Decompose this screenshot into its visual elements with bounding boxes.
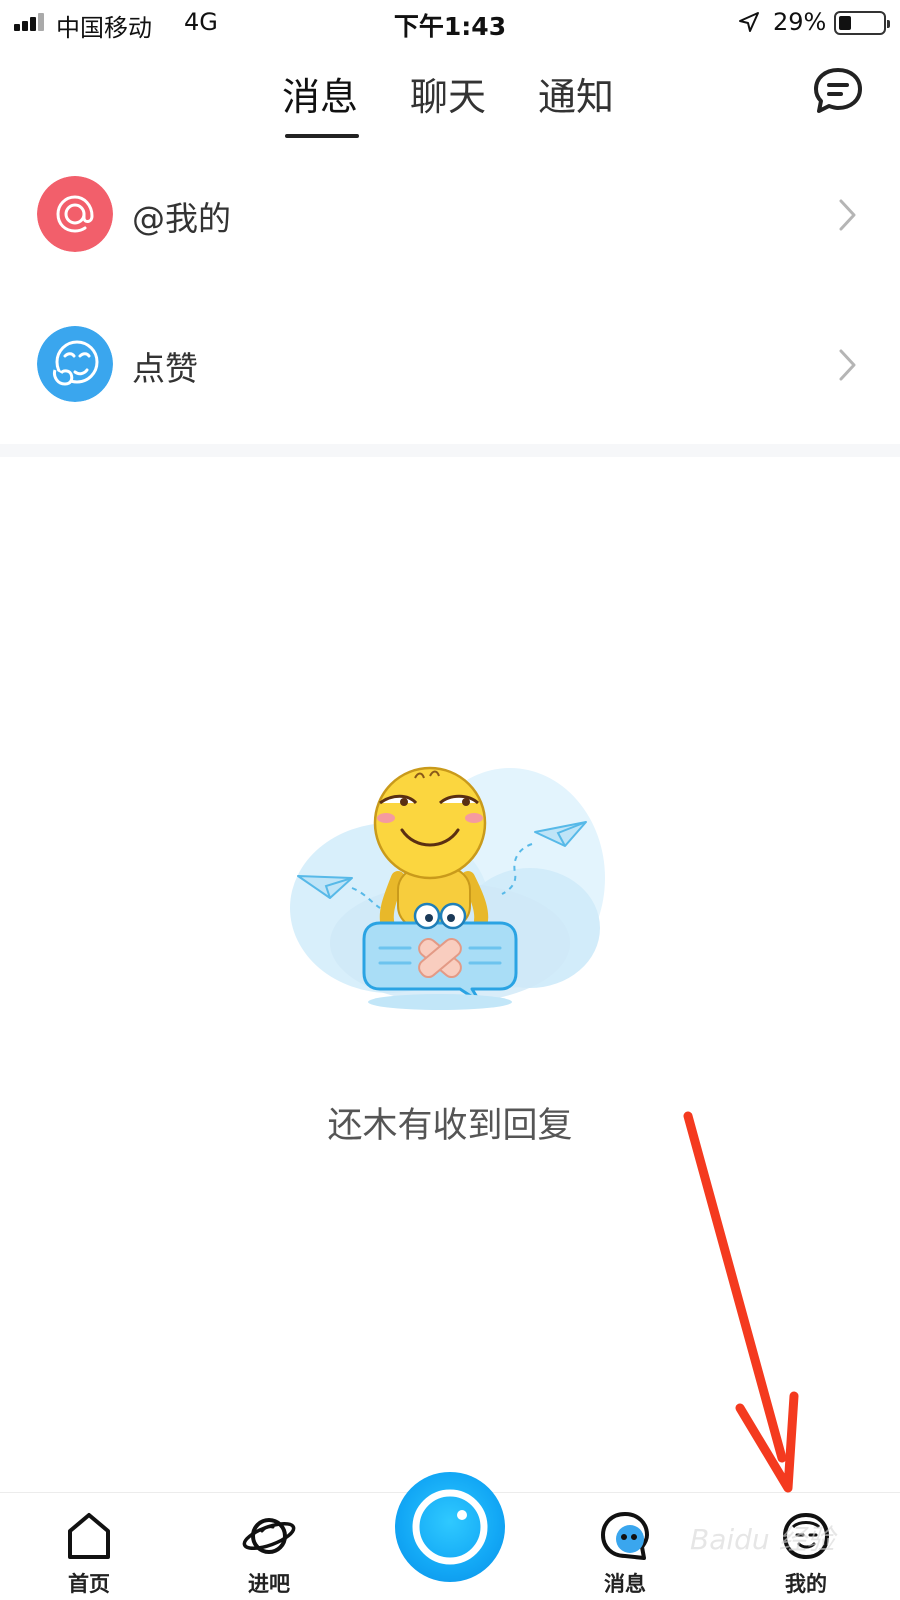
clock: 下午1:43 <box>393 12 507 41</box>
tab-messages[interactable]: 消息 <box>282 66 358 121</box>
tabbar-label: 消息 <box>604 1572 646 1596</box>
list-item-label: @我的 <box>132 199 231 238</box>
list-item-likes[interactable]: 点赞 <box>0 300 900 430</box>
home-icon <box>68 1513 110 1559</box>
chevron-right-icon <box>839 349 856 381</box>
message-bubble-icon <box>601 1512 649 1560</box>
list-item-mentions[interactable]: @我的 <box>0 150 900 280</box>
tab-notifications[interactable]: 通知 <box>538 66 614 121</box>
tabbar-label: 进吧 <box>248 1572 290 1596</box>
section-divider <box>0 444 900 457</box>
at-icon <box>37 176 113 252</box>
list-item-label: 点赞 <box>132 349 198 388</box>
top-tab-bar: 消息 聊天 通知 <box>0 60 900 140</box>
tabbar-item-messages[interactable]: 消息 <box>570 1493 680 1600</box>
planet-icon <box>242 1518 296 1554</box>
camera-button[interactable] <box>395 1472 505 1582</box>
empty-state-illustration <box>290 766 605 1010</box>
like-face-icon <box>37 326 113 402</box>
chat-bubble-icon[interactable] <box>812 66 864 116</box>
tabbar-label: 首页 <box>68 1572 110 1596</box>
chevron-right-icon <box>839 199 856 231</box>
tabbar-label: 我的 <box>785 1572 827 1596</box>
annotation-arrow <box>683 1111 799 1493</box>
status-bar: 中国移动 4G 下午1:43 29% <box>0 0 900 46</box>
tabbar-item-forums[interactable]: 进吧 <box>214 1493 324 1600</box>
watermark: Baidu 经验 <box>690 1523 835 1556</box>
battery-icon <box>834 11 890 35</box>
tabbar-item-home[interactable]: 首页 <box>34 1493 144 1600</box>
battery-percent: 29% <box>773 8 827 36</box>
active-tab-indicator <box>285 134 359 138</box>
location-arrow-icon <box>739 12 759 32</box>
camera-icon <box>412 1489 488 1565</box>
tab-chat[interactable]: 聊天 <box>410 66 486 121</box>
